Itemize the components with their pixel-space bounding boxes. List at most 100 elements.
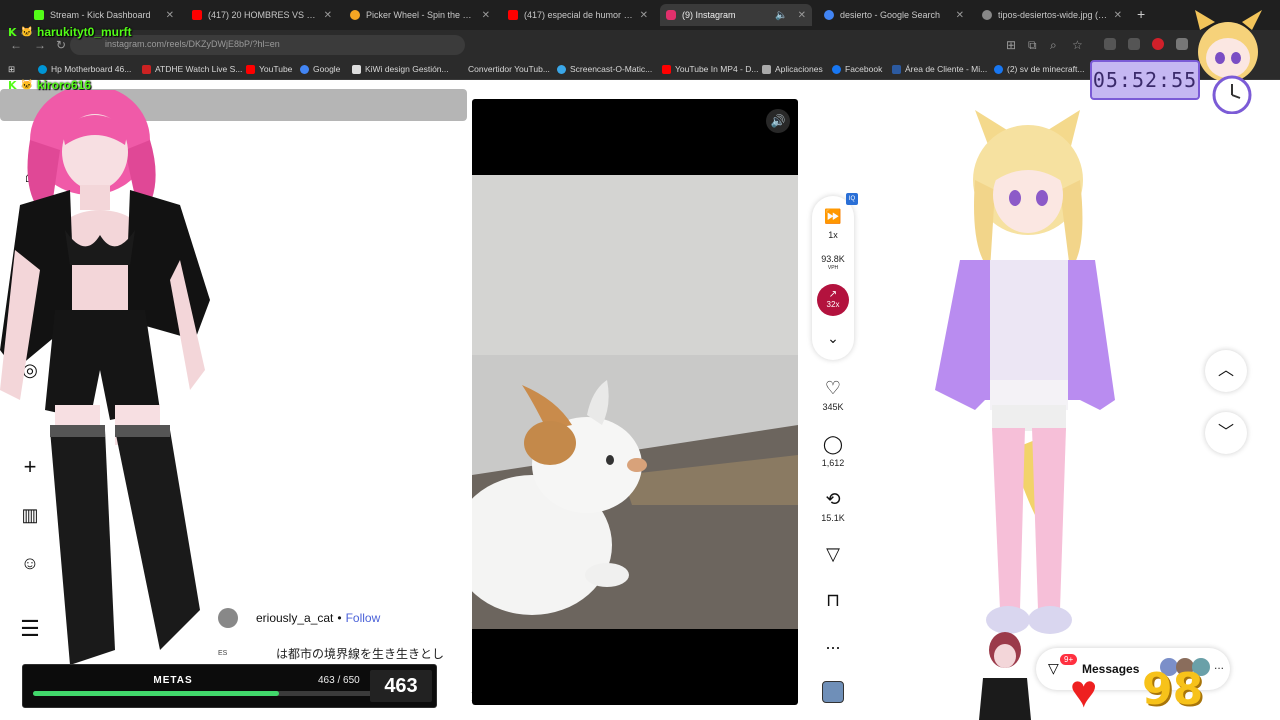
browser-tab-bar: Stream - Kick Dashboard ✕ (417) 20 HOMBR… (0, 0, 1280, 30)
tab-instagram[interactable]: (9) Instagram 🔈 ✕ (660, 4, 812, 26)
bookmark-item[interactable]: KiWi design Gestión... (352, 64, 449, 74)
send-icon: ▽ (826, 544, 840, 564)
bookmark-label: Aplicaciones (775, 64, 823, 74)
unread-badge: 9+ (1060, 654, 1078, 665)
reel-author[interactable]: eriously_a_cat • Follow (218, 608, 380, 628)
record-icon[interactable] (1152, 38, 1164, 50)
bookmark-item[interactable]: Google (300, 64, 340, 74)
star-icon[interactable]: ☆ (1072, 38, 1083, 52)
bookmark-label: (2) sv de minecraft... (1007, 64, 1085, 74)
tab-label: Stream - Kick Dashboard (50, 10, 151, 20)
send-icon: ▽ (1048, 660, 1059, 676)
kiwi-icon (352, 64, 361, 74)
comment-button[interactable]: ◯ 1,612 (812, 434, 854, 468)
speed-control[interactable]: ⏩ 1x (812, 206, 854, 240)
separator: • (337, 611, 342, 625)
bookmark-item[interactable]: YouTube (246, 64, 292, 74)
apps-grid-icon (762, 64, 771, 74)
wheel-icon (350, 10, 360, 20)
close-icon[interactable]: ✕ (640, 10, 648, 21)
youtube-icon (246, 64, 255, 74)
chevron-up-icon: ︿ (1217, 362, 1234, 379)
chevron-down-icon: ⌄ (827, 330, 839, 346)
bookmark-item[interactable]: Facebook (832, 64, 882, 74)
zoom-icon[interactable]: ⌕ (1050, 38, 1057, 53)
bookmark-label: YouTube (259, 64, 293, 74)
cat-video-frame (472, 175, 798, 629)
bookmark-item[interactable]: (2) sv de minecraft... (994, 64, 1084, 74)
close-icon[interactable]: ✕ (798, 10, 806, 21)
speaker-icon[interactable]: 🔈 (775, 10, 787, 21)
kick-icon (34, 10, 44, 20)
audio-thumbnail[interactable] (822, 681, 844, 703)
extension-icon[interactable] (1128, 38, 1140, 50)
expand-stats-button[interactable]: ⌄ (812, 328, 854, 348)
youtube-mp4-icon (662, 64, 671, 74)
chat-username: harukityt0_murft (36, 25, 132, 39)
new-tab-icon[interactable]: + (1137, 6, 1145, 22)
bookmark-label: Google (313, 64, 341, 74)
bookmark-item[interactable]: Hp Motherboard 46... (38, 64, 131, 74)
author-username[interactable]: eriously_a_cat (256, 611, 333, 625)
share-button[interactable]: ▽ (812, 544, 854, 564)
multiplier-label: 32x (826, 300, 840, 309)
close-icon[interactable]: ✕ (1114, 10, 1122, 21)
like-count: 345K (822, 402, 844, 412)
tab-youtube-humor[interactable]: (417) especial de humor - YouT ✕ (502, 4, 654, 26)
bookmark-label: Área de Cliente - Mi... (905, 64, 988, 74)
tab-label: (417) 20 HOMBRES VS 1 ARTIS (208, 10, 318, 20)
tab-google-search[interactable]: desierto - Google Search ✕ (818, 4, 970, 26)
facebook-icon (832, 64, 841, 74)
reel-caption[interactable]: は都市の境界線を生き生きとし (276, 645, 444, 662)
save-button[interactable]: ⊓ (812, 590, 854, 610)
screencast-icon (557, 64, 566, 74)
instagram-icon (666, 10, 676, 20)
translate-icon[interactable]: ⊞ (1006, 38, 1016, 52)
tab-picker-wheel[interactable]: Picker Wheel - Spin the Wheel ✕ (344, 4, 496, 26)
puzzle-icon[interactable] (1176, 38, 1188, 50)
install-icon[interactable]: ⧉ (1028, 38, 1037, 53)
bookmark-item[interactable]: Aplicaciones (762, 64, 823, 74)
timer-mascot-icon (1195, 10, 1262, 114)
close-icon[interactable]: ✕ (956, 10, 964, 21)
author-avatar[interactable] (218, 608, 238, 628)
bookmark-item[interactable]: Área de Cliente - Mi... (892, 64, 987, 74)
goal-progress-track (33, 691, 378, 696)
close-icon[interactable]: ✕ (166, 10, 174, 21)
bookmark-label: Screencast-O-Matic... (570, 64, 653, 74)
repost-icon: ⟲ (825, 489, 841, 509)
atdhe-icon (142, 64, 151, 74)
bookmark-item[interactable]: Screencast-O-Matic... (557, 64, 652, 74)
mute-button[interactable]: 🔊 (766, 109, 790, 133)
google-icon (824, 10, 834, 20)
close-icon[interactable]: ✕ (482, 10, 490, 21)
mouse-cursor-icon: ➤ (470, 688, 482, 704)
more-icon[interactable]: ... (1214, 658, 1224, 672)
vtuber-avatar-left (0, 90, 210, 665)
bookmarks-bar: ⊞ Hp Motherboard 46... ATDHE Watch Live … (0, 60, 1280, 80)
youtube-icon (192, 10, 202, 20)
reel-video-player[interactable]: 🔊 (472, 99, 798, 705)
tab-image[interactable]: tipos-desiertos-wide.jpg (1200 ✕ (976, 4, 1128, 26)
next-reel-button[interactable]: ﹀ (1205, 412, 1247, 454)
badge-icon: 🐱 (20, 26, 33, 38)
heart-count: 98 (1142, 664, 1204, 715)
close-icon[interactable]: ✕ (324, 10, 332, 21)
repost-count: 15.1K (821, 513, 845, 523)
previous-reel-button[interactable]: ︿ (1205, 350, 1247, 392)
like-button[interactable]: ♡ 345K (812, 378, 854, 412)
goal-progress-fill (33, 691, 279, 696)
goal-count: 463 / 650 (318, 675, 360, 686)
repost-button[interactable]: ⟲ 15.1K (812, 489, 854, 523)
tab-youtube-hombres[interactable]: (417) 20 HOMBRES VS 1 ARTIS ✕ (186, 4, 338, 26)
apps-icon[interactable]: ⊞ (8, 64, 15, 75)
bookmark-item[interactable]: Convertidor YouTub... (468, 64, 550, 74)
trend-multiplier-badge[interactable]: ↗ 32x (817, 284, 849, 316)
speed-label: 1x (828, 230, 838, 240)
bookmark-item[interactable]: YouTube In MP4 - D... (662, 64, 758, 74)
bookmark-item[interactable]: ATDHE Watch Live S... (142, 64, 242, 74)
more-options-button[interactable]: ... (812, 633, 854, 653)
bookmark-label: Hp Motherboard 46... (51, 64, 132, 74)
extension-icon[interactable] (1104, 38, 1116, 50)
follow-button[interactable]: Follow (346, 611, 381, 625)
